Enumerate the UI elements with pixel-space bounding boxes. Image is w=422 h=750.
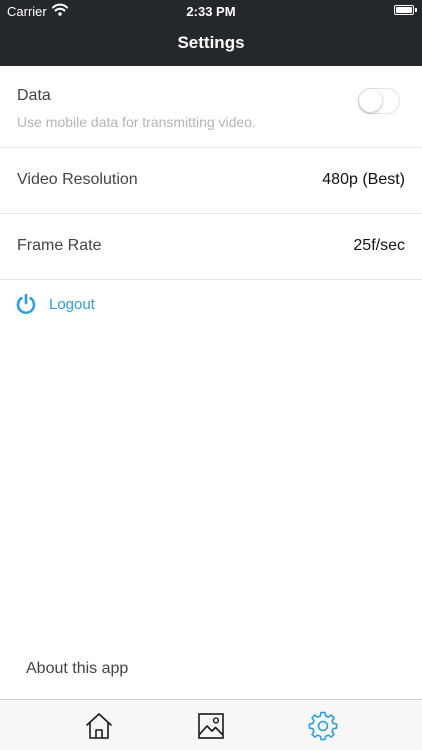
clock: 2:33 PM [186,4,236,19]
frame-rate-value: 25f/sec [353,237,405,254]
toggle-knob [359,89,382,112]
page-title: Settings [177,33,245,52]
navigation-header: Carrier 2:33 PM Settings [0,0,422,66]
data-setting-row: Data Use mobile data for transmitting vi… [0,66,422,148]
tab-bar [0,699,422,750]
video-resolution-row[interactable]: Video Resolution 480p (Best) [0,148,422,214]
data-label: Data [17,87,51,104]
status-bar: Carrier 2:33 PM [0,0,422,22]
logout-button[interactable]: Logout [0,280,200,328]
tab-settings[interactable] [308,711,338,741]
video-resolution-label: Video Resolution [17,171,138,188]
tab-home[interactable] [84,711,114,741]
logout-label: Logout [49,296,95,313]
about-app-link[interactable]: About this app [0,650,422,690]
data-description: Use mobile data for transmitting video. [17,114,256,130]
tab-gallery[interactable] [196,711,226,741]
battery-tip [415,8,417,12]
frame-rate-row[interactable]: Frame Rate 25f/sec [0,214,422,280]
video-resolution-value: 480p (Best) [322,171,405,188]
battery-icon [394,5,414,15]
mobile-data-toggle[interactable] [358,88,400,114]
image-icon [198,713,224,739]
power-icon [15,293,37,320]
frame-rate-label: Frame Rate [17,237,102,254]
home-icon [86,713,112,739]
gear-icon [308,711,338,741]
about-label: About this app [26,660,129,677]
